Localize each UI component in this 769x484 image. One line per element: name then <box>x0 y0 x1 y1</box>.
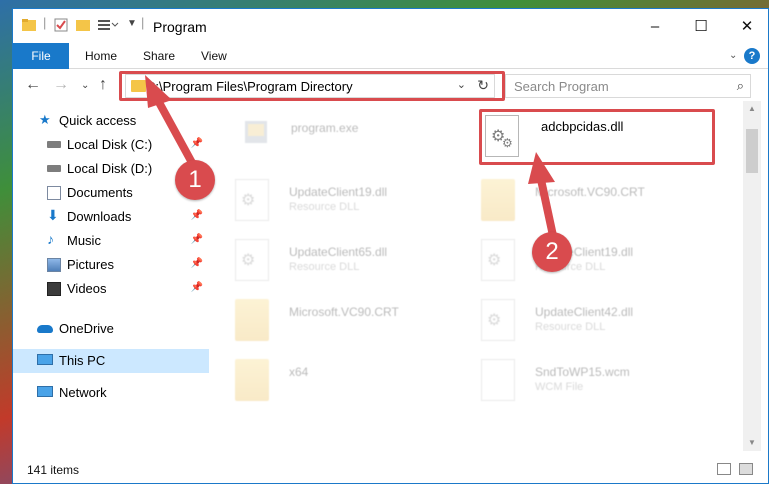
details-view-icon[interactable] <box>717 463 731 475</box>
dll-highlight-box <box>479 109 715 165</box>
file-explorer-window: | ▼ | Program – ☐ ✕ File Home Share View… <box>12 8 769 484</box>
title-bar: | ▼ | Program – ☐ ✕ <box>13 9 768 43</box>
sidebar-item-pictures[interactable]: Pictures 📌 <box>13 253 209 277</box>
sidebar-item-videos[interactable]: Videos 📌 <box>13 277 209 301</box>
help-icon[interactable]: ? <box>744 48 760 64</box>
search-input[interactable]: Search Program ⌕ <box>505 74 751 98</box>
pin-icon[interactable]: 📌 <box>191 258 203 269</box>
chevron-down-icon[interactable]: ▼ <box>127 18 137 34</box>
sidebar-item-local-disk-c[interactable]: Local Disk (C:) 📌 <box>13 133 209 157</box>
star-icon: ★ <box>39 112 51 127</box>
sidebar-item-onedrive[interactable]: OneDrive <box>13 317 209 341</box>
large-icons-view-icon[interactable] <box>739 463 753 475</box>
vertical-scrollbar[interactable]: ▲ ▼ <box>743 101 761 451</box>
window-title: Program <box>153 19 207 35</box>
new-folder-icon[interactable] <box>75 17 91 33</box>
navigation-bar: ← → ⌄ ↑ C:\Program Files\Program Directo… <box>13 69 768 101</box>
address-highlight-box <box>119 71 505 101</box>
drive-icon <box>47 141 61 148</box>
pin-icon[interactable]: 📌 <box>191 282 203 293</box>
pin-icon[interactable]: 📌 <box>191 210 203 221</box>
item-count: 141 items <box>27 463 80 477</box>
minimize-button[interactable]: – <box>632 9 678 43</box>
separator: | <box>43 15 47 30</box>
tab-share[interactable]: Share <box>133 43 185 69</box>
file-item-updateclient65-dll[interactable]: ⚙ UpdateClient65.dll Resource DLL <box>235 239 485 289</box>
close-button[interactable]: ✕ <box>724 9 768 43</box>
recent-locations-chevron-icon[interactable]: ⌄ <box>81 80 89 91</box>
music-icon: ♪ <box>47 231 54 247</box>
scroll-thumb[interactable] <box>746 129 758 173</box>
file-item-updateclient19-dll[interactable]: ⚙ UpdateClient19.dll Resource DLL <box>235 179 485 229</box>
pin-icon[interactable]: 📌 <box>191 234 203 245</box>
forward-arrow-icon[interactable]: → <box>53 76 69 94</box>
back-arrow-icon[interactable]: ← <box>25 76 41 94</box>
status-bar: 141 items <box>13 451 768 483</box>
tab-view[interactable]: View <box>191 43 237 69</box>
dll-file-icon: ⚙ <box>481 299 515 341</box>
maximize-button[interactable]: ☐ <box>678 9 724 43</box>
sidebar-item-network[interactable]: Network <box>13 381 209 405</box>
scroll-up-arrow-icon[interactable]: ▲ <box>743 101 761 117</box>
search-placeholder: Search Program <box>514 79 609 94</box>
separator: | <box>141 15 145 30</box>
file-item-sndtowp15-wcm[interactable]: SndToWP15.wcm WCM File <box>481 359 731 409</box>
folder-icon <box>481 179 515 221</box>
tab-file[interactable]: File <box>13 43 69 69</box>
tab-home[interactable]: Home <box>75 43 127 69</box>
onedrive-icon <box>37 325 53 333</box>
sidebar-item-quick-access[interactable]: ★ Quick access <box>13 109 209 133</box>
computer-icon <box>37 354 53 365</box>
ribbon: File Home Share View ⌄ ? <box>13 43 768 69</box>
gear-icon: ⚙ <box>487 312 502 329</box>
folder-icon <box>22 19 36 31</box>
step-2-badge: 2 <box>532 232 572 272</box>
step-1-badge: 1 <box>175 160 215 200</box>
scroll-down-arrow-icon[interactable]: ▼ <box>743 435 761 451</box>
document-icon <box>481 359 515 401</box>
folder-icon <box>235 299 269 341</box>
file-item-microsoft-vc90-crt[interactable]: Microsoft.VC90.CRT <box>481 179 731 229</box>
properties-icon[interactable] <box>53 17 69 33</box>
gear-icon: ⚙ <box>487 252 502 269</box>
up-arrow-icon[interactable]: ↑ <box>99 76 107 94</box>
downloads-icon: ⬇ <box>47 207 59 223</box>
documents-icon <box>47 186 61 200</box>
customize-toolbar-icon[interactable] <box>97 17 119 33</box>
exe-icon <box>239 115 273 157</box>
sidebar-item-this-pc[interactable]: This PC <box>13 349 209 373</box>
search-icon[interactable]: ⌕ <box>737 78 744 94</box>
file-item-x64[interactable]: x64 <box>235 359 485 409</box>
dll-file-icon: ⚙ <box>235 179 269 221</box>
drive-icon <box>47 165 61 172</box>
file-list: program.exe ⚙ ⚙ adcbpcidas.dll ⚙ UpdateC… <box>209 101 743 451</box>
gear-icon: ⚙ <box>241 192 256 209</box>
file-item-updateclient19-dll[interactable]: ⚙ UpdateClient19.dll Resource DLL <box>481 239 731 289</box>
network-icon <box>37 386 53 397</box>
dll-file-icon: ⚙ <box>235 239 269 281</box>
file-item-program-exe[interactable]: program.exe <box>239 115 489 165</box>
pictures-icon <box>47 258 61 272</box>
videos-icon <box>47 282 61 296</box>
gear-icon: ⚙ <box>241 252 256 269</box>
dll-file-icon: ⚙ <box>481 239 515 281</box>
file-item-updateclient42-dll[interactable]: ⚙ UpdateClient42.dll Resource DLL <box>481 299 731 349</box>
sidebar-item-music[interactable]: ♪ Music 📌 <box>13 229 209 253</box>
pin-icon[interactable]: 📌 <box>191 138 203 149</box>
sidebar-item-downloads[interactable]: ⬇ Downloads 📌 <box>13 205 209 229</box>
folder-icon <box>235 359 269 401</box>
file-item-microsoft-vc90-crt[interactable]: Microsoft.VC90.CRT <box>235 299 485 349</box>
navigation-pane: ★ Quick access Local Disk (C:) 📌 Local D… <box>13 101 209 451</box>
